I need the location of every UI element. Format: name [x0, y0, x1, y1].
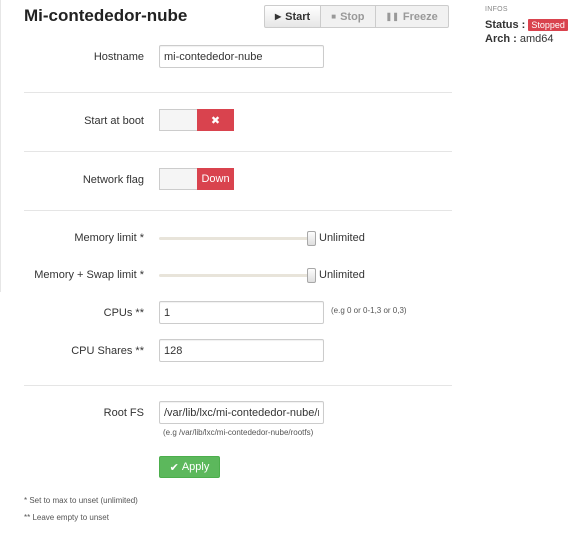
memory-swap-limit-label: Memory + Swap limit * — [34, 269, 144, 281]
start-at-boot-label: Start at boot — [84, 115, 144, 127]
network-flag-row: Network flag Down — [24, 168, 452, 192]
memory-limit-value: Unlimited — [319, 232, 365, 244]
cpus-input[interactable] — [159, 301, 324, 324]
memory-swap-limit-value: Unlimited — [319, 269, 365, 281]
cpus-label: CPUs ** — [103, 307, 144, 319]
divider — [24, 92, 452, 93]
arch-line: Arch : amd64 — [485, 33, 568, 45]
close-icon: ✖ — [197, 109, 234, 131]
check-icon: ✔ — [169, 461, 179, 474]
slider-handle[interactable] — [307, 268, 316, 283]
hostname-label: Hostname — [93, 51, 144, 63]
status-label: Status : — [485, 19, 526, 31]
slider-track — [159, 237, 316, 240]
pause-icon: ❚❚ — [385, 12, 399, 21]
hostname-row: Hostname — [24, 45, 452, 69]
status-badge: Stopped — [528, 19, 568, 31]
network-state-label: Down — [197, 168, 234, 190]
divider — [24, 385, 452, 386]
page-title: Mi-contededor-nube — [24, 6, 188, 25]
slider-track — [159, 274, 316, 277]
cpus-hint: (e.g 0 or 0-1,3 or 0,3) — [331, 306, 407, 315]
infos-panel: INFOS Status : Stopped Arch : amd64 — [485, 6, 568, 45]
start-button[interactable]: ▶ Start — [264, 5, 322, 28]
apply-button-label: Apply — [181, 461, 210, 473]
infos-heading: INFOS — [485, 6, 508, 13]
memory-limit-slider[interactable] — [159, 226, 316, 250]
freeze-button-label: Freeze — [402, 10, 438, 23]
toggle-track — [159, 168, 197, 190]
stop-button[interactable]: ■ Stop — [320, 5, 376, 28]
cpu-shares-label: CPU Shares ** — [71, 345, 144, 357]
footnote-unlimited: * Set to max to unset (unlimited) — [24, 496, 138, 505]
start-button-label: Start — [285, 10, 311, 23]
divider — [24, 151, 452, 152]
network-flag-toggle[interactable]: Down — [159, 168, 234, 190]
stop-button-label: Stop — [340, 10, 365, 23]
root-fs-label: Root FS — [103, 407, 144, 419]
container-action-buttons: ▶ Start ■ Stop ❚❚ Freeze — [264, 5, 449, 28]
hostname-input[interactable] — [159, 45, 324, 68]
cpu-shares-input[interactable] — [159, 339, 324, 362]
arch-value: amd64 — [519, 33, 554, 45]
start-at-boot-toggle[interactable]: ✖ — [159, 109, 234, 131]
root-fs-row: Root FS — [24, 401, 452, 425]
cpus-row: CPUs ** (e.g 0 or 0-1,3 or 0,3) — [24, 301, 452, 325]
memory-limit-label: Memory limit * — [74, 232, 144, 244]
apply-button[interactable]: ✔ Apply — [159, 456, 220, 478]
divider — [24, 210, 452, 211]
memory-swap-limit-row: Memory + Swap limit * Unlimited — [24, 263, 452, 287]
arch-label: Arch : — [485, 33, 517, 45]
play-icon: ▶ — [275, 12, 282, 21]
memory-limit-row: Memory limit * Unlimited — [24, 226, 452, 250]
left-border — [0, 0, 1, 292]
status-line: Status : Stopped — [485, 19, 568, 31]
freeze-button[interactable]: ❚❚ Freeze — [374, 5, 449, 28]
stop-icon: ■ — [331, 12, 337, 21]
memory-swap-limit-slider[interactable] — [159, 263, 316, 287]
toggle-track — [159, 109, 197, 131]
root-fs-input[interactable] — [159, 401, 324, 424]
footnote-leave-empty: ** Leave empty to unset — [24, 513, 109, 522]
start-at-boot-row: Start at boot ✖ — [24, 109, 452, 133]
network-flag-label: Network flag — [82, 174, 144, 186]
cpu-shares-row: CPU Shares ** — [24, 339, 452, 363]
slider-handle[interactable] — [307, 231, 316, 246]
root-fs-hint: (e.g /var/lib/lxc/mi-contededor-nube/roo… — [163, 428, 314, 437]
